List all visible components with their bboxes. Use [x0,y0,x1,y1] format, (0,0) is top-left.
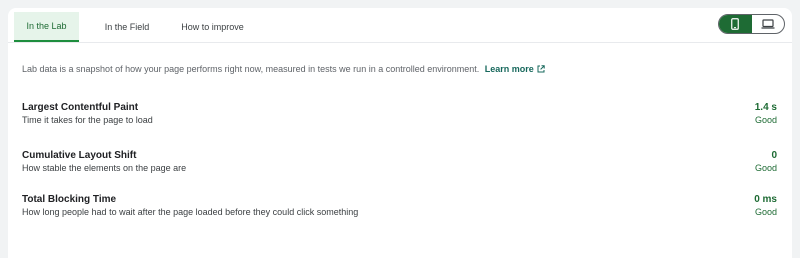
metric-cumulative-layout-shift: Cumulative Layout Shift How stable the e… [22,150,778,180]
metric-description: Time it takes for the page to load [22,115,153,125]
mobile-toggle-button[interactable] [719,15,752,33]
description-text: Lab data is a snapshot of how your page … [22,64,480,74]
metric-largest-contentful-paint: Largest Contentful Paint Time it takes f… [22,102,778,132]
metric-rating: Good [754,207,777,217]
mobile-phone-icon [731,18,740,30]
learn-more-link[interactable]: Learn more [485,64,545,74]
metric-rating: Good [754,115,777,125]
laptop-icon [761,19,775,29]
learn-more-label: Learn more [484,64,534,74]
lab-data-description: Lab data is a snapshot of how your page … [22,64,545,74]
tab-how-to-improve[interactable]: How to improve [175,12,250,42]
metric-name: Total Blocking Time [22,194,117,205]
tab-in-the-lab[interactable]: In the Lab [14,12,79,42]
metric-value: 0 [771,150,777,161]
tab-bar: In the Lab In the Field How to improve [8,8,792,43]
metric-rating: Good [754,163,777,173]
metric-name: Largest Contentful Paint [22,102,139,113]
metric-name: Cumulative Layout Shift [22,150,137,161]
tab-in-the-field[interactable]: In the Field [95,12,159,42]
metric-value: 1.4 s [754,102,777,113]
tab-label: How to improve [181,22,244,32]
metric-description: How long people had to wait after the pa… [22,207,359,217]
metric-description: How stable the elements on the page are [22,163,187,173]
metric-value: 0 ms [754,194,777,205]
device-toggle [718,14,785,34]
desktop-toggle-button[interactable] [752,15,785,33]
metric-total-blocking-time: Total Blocking Time How long people had … [22,194,778,224]
lab-data-card: In the Lab In the Field How to improve L… [8,8,792,258]
tab-label: In the Field [104,22,150,32]
external-link-icon [537,65,545,73]
tab-label: In the Lab [26,21,67,31]
